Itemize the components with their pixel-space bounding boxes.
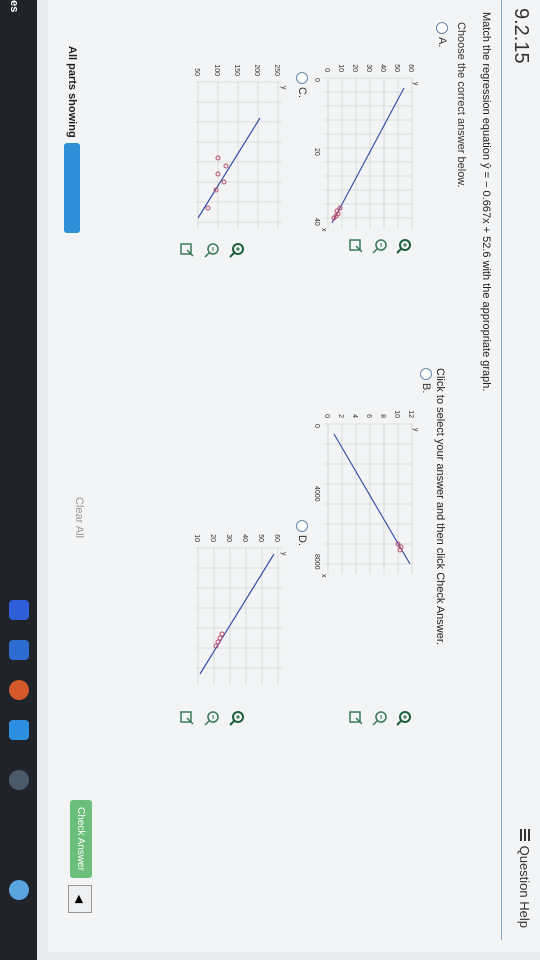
- next-arrow-button[interactable]: ◀: [68, 885, 92, 913]
- y-tick: 60: [273, 534, 280, 542]
- zoom-out-icon[interactable]: [372, 710, 388, 726]
- taskbar: [0, 0, 37, 960]
- x-tick: 8000: [313, 554, 320, 570]
- regression-line: [331, 87, 405, 224]
- app-icon[interactable]: [9, 600, 29, 620]
- y-tick: 50: [193, 68, 200, 76]
- regression-line: [197, 117, 261, 219]
- option-c-radio[interactable]: C.: [296, 72, 308, 98]
- y-tick: 20: [209, 534, 216, 542]
- grid: [196, 547, 282, 684]
- regression-line: [199, 553, 275, 675]
- y-axis-label: y: [280, 86, 287, 90]
- option-d-radio[interactable]: D.: [296, 520, 308, 546]
- y-tick: 60: [407, 64, 414, 72]
- zoom-out-icon[interactable]: [372, 238, 388, 254]
- app-icon[interactable]: [9, 770, 29, 790]
- popout-icon[interactable]: [179, 242, 195, 258]
- zoom-in-icon[interactable]: [229, 710, 245, 726]
- x-tick: 0: [313, 78, 320, 82]
- x-tick: 20: [313, 148, 320, 156]
- y-tick: 10: [337, 64, 344, 72]
- x-tick: 4000: [313, 486, 320, 502]
- radio-button[interactable]: [296, 72, 308, 84]
- clear-all-button[interactable]: Clear All: [73, 497, 85, 538]
- app-icon[interactable]: [9, 680, 29, 700]
- y-tick: 4: [351, 414, 358, 418]
- instruction-text: Click to select your answer and then cli…: [434, 368, 446, 645]
- question-number: 9.2.15: [510, 8, 532, 64]
- y-tick: 150: [233, 64, 240, 76]
- y-tick: 30: [365, 64, 372, 72]
- progress-bar: [64, 143, 80, 233]
- radio-button[interactable]: [296, 520, 308, 532]
- data-points: [395, 541, 404, 553]
- all-parts-label: All parts showing: [66, 46, 78, 138]
- question-help-icon: [519, 828, 530, 841]
- question-help-button[interactable]: Question Help: [517, 828, 532, 928]
- regression-line: [333, 433, 411, 565]
- y-axis-label: y: [412, 82, 419, 86]
- graph-c: 250 200 150 100 50 y: [193, 64, 287, 228]
- y-tick: 10: [393, 410, 400, 418]
- rotated-screen: 9.2.15 Question Help Match the regressio…: [0, 0, 540, 960]
- zoom-in-icon[interactable]: [396, 710, 412, 726]
- popout-icon[interactable]: [348, 238, 364, 254]
- app-icon[interactable]: [9, 880, 29, 900]
- option-c-label: C.: [296, 87, 308, 98]
- radio-button[interactable]: [420, 368, 432, 380]
- header-divider: [501, 0, 502, 940]
- choose-label: Choose the correct answer below.: [455, 22, 467, 188]
- y-tick: 50: [393, 64, 400, 72]
- question-page: 9.2.15 Question Help Match the regressio…: [48, 0, 540, 952]
- data-points: [213, 631, 225, 649]
- y-tick: 40: [241, 534, 248, 542]
- y-tick: 0: [323, 414, 330, 418]
- grid: [324, 77, 413, 228]
- y-tick: 12: [407, 410, 414, 418]
- radio-button[interactable]: [436, 22, 448, 34]
- app-icon[interactable]: [9, 720, 29, 740]
- y-axis-label: y: [412, 428, 419, 432]
- x-tick: 40: [313, 218, 320, 226]
- y-tick: 40: [379, 64, 386, 72]
- y-tick: 2: [337, 414, 344, 418]
- question-prompt: Match the regression equation ŷ = − 0.66…: [480, 12, 492, 392]
- option-a-label: A.: [436, 37, 448, 48]
- side-label: ces: [8, 0, 20, 13]
- y-axis-label: y: [280, 552, 287, 556]
- zoom-in-icon[interactable]: [396, 238, 412, 254]
- popout-icon[interactable]: [179, 710, 195, 726]
- option-b-label: B.: [420, 383, 432, 394]
- y-tick: 6: [365, 414, 372, 418]
- y-tick: 20: [351, 64, 358, 72]
- y-tick: 50: [257, 534, 264, 542]
- option-d-label: D.: [296, 535, 308, 546]
- x-axis-label: x: [320, 228, 327, 232]
- zoom-in-icon[interactable]: [229, 242, 245, 258]
- y-tick: 8: [379, 414, 386, 418]
- y-tick: 30: [225, 534, 232, 542]
- option-a-radio[interactable]: A.: [436, 22, 448, 47]
- x-axis-label: x: [320, 574, 327, 578]
- popout-icon[interactable]: [348, 710, 364, 726]
- x-tick: 0: [313, 424, 320, 428]
- graph-a: 60 50 40 30 20 10 0 0 20 40 y x: [313, 64, 419, 232]
- zoom-out-icon[interactable]: [204, 710, 220, 726]
- y-tick: 100: [213, 64, 220, 76]
- option-b-radio[interactable]: B.: [420, 368, 432, 393]
- y-tick: 0: [323, 68, 330, 72]
- y-tick: 250: [273, 64, 280, 76]
- check-answer-button[interactable]: Check Answer: [70, 800, 92, 878]
- graph-d: 60 50 40 30 20 10 y: [193, 534, 287, 684]
- next-arrow-icon: ◀: [73, 894, 86, 904]
- question-help-label: Question Help: [517, 845, 532, 928]
- y-tick: 200: [253, 64, 260, 76]
- app-icon[interactable]: [9, 640, 29, 660]
- zoom-out-icon[interactable]: [204, 242, 220, 258]
- graph-b: 12 10 8 6 4 2 0 0 4000 8000 y x: [313, 410, 419, 578]
- y-tick: 10: [193, 534, 200, 542]
